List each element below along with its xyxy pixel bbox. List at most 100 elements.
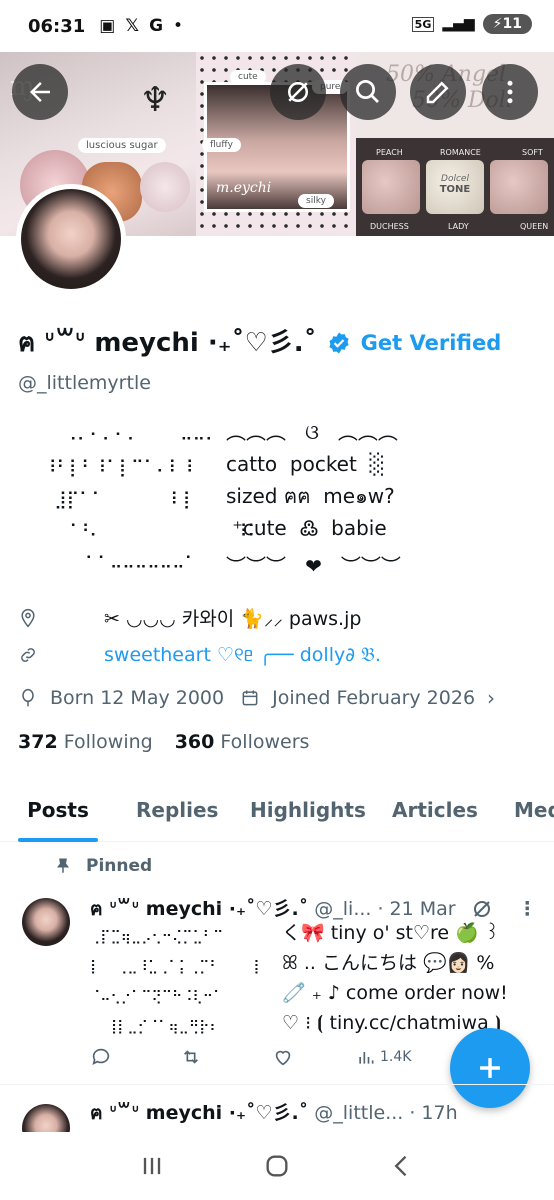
tab-label: Posts	[27, 798, 89, 822]
bio-line: ︵︵︵ ଓ ︵︵︵	[226, 420, 398, 444]
google-icon: G	[149, 16, 164, 36]
display-name: ฅ ᐡ꒳ᐡ meychi ·₊˚♡彡.˚	[18, 328, 317, 358]
verified-badge-icon[interactable]	[327, 331, 351, 355]
tab-replies[interactable]: Replies	[136, 790, 218, 842]
banner-palette: PEACH ROMANCE SOFT Dolcel TONE DUCHESS L…	[356, 138, 554, 236]
bio-line: ︶︶︶ ❤ ︶︶︶	[226, 554, 401, 578]
tab-label: Replies	[136, 798, 219, 822]
back-arrow-icon	[30, 82, 50, 102]
views-bar-chart-icon	[359, 1052, 374, 1064]
palette-brand: Dolcel	[441, 174, 469, 184]
tweet-actions: 1.4K	[90, 1046, 450, 1068]
website-link[interactable]: sweetheart ♡୧ᥱ ╭── dolly∂ 𝔅.	[104, 644, 381, 666]
palette-pan	[362, 160, 420, 214]
battery-icon: ⚡11	[482, 14, 532, 34]
tweet-art-line: ⡇ ⢀⣀⠸⣁⢀⠁⡅⢀⡉⠃ ⡇	[90, 959, 264, 975]
get-verified-link[interactable]: Get Verified	[361, 331, 502, 355]
tweet-avatar[interactable]	[22, 898, 70, 946]
tweet-line: ꕤ .. こんにちは 💬👩🏻 %	[282, 952, 495, 974]
heart-icon	[275, 1050, 291, 1066]
palette-label: LADY	[448, 222, 469, 231]
followers-stat[interactable]: 360 Followers	[175, 731, 310, 753]
like-button[interactable]	[272, 1046, 356, 1068]
following-label: Following	[63, 731, 153, 753]
tab-articles[interactable]: Articles	[392, 790, 478, 842]
calendar-icon	[242, 690, 258, 706]
tab-label: Media	[514, 798, 554, 822]
tab-active-indicator	[18, 838, 98, 842]
tweet-more-icon[interactable]: ⋮	[518, 898, 537, 920]
bio-text: ︵︵︵ ଓ ︵︵︵ catto pocket ░ sized ฅฅ me๑w? ⁺c…	[226, 416, 401, 582]
bio-line: sized ฅฅ me๑w?	[226, 484, 395, 508]
reply-icon	[92, 1048, 110, 1065]
following-stat[interactable]: 372 Following	[18, 731, 153, 753]
palette-pan: Dolcel TONE	[426, 160, 484, 214]
link-icon	[21, 648, 35, 662]
status-notification-icons: ▣ 𝕏 G •	[99, 16, 183, 36]
location-text: ✂ ◡◡◡ 카와이 🐈⸝⸝ paws.jp	[104, 608, 362, 630]
grok-button[interactable]	[270, 64, 326, 120]
screenshot-icon: ▣	[99, 16, 116, 36]
dot-icon: •	[173, 16, 184, 36]
views-button[interactable]: 1.4K	[356, 1046, 411, 1068]
banner-chip: luscious sugar	[78, 138, 166, 153]
tweet-date[interactable]: · 21 Mar	[377, 898, 455, 920]
banner-label-cute: cute	[230, 70, 266, 84]
tweet-author-name[interactable]: ฅ ᐡ꒳ᐡ meychi ·₊˚♡彡.˚	[90, 1098, 308, 1128]
followers-label: Followers	[220, 731, 310, 753]
tab-highlights[interactable]: Highlights	[250, 790, 366, 842]
joined-text: Joined February 2026	[272, 687, 476, 709]
network-icon: 5G	[411, 16, 435, 32]
follow-stats: 372 Following 360 Followers	[18, 731, 309, 753]
tweet-divider	[0, 1084, 554, 1085]
chevron-right-icon[interactable]: ›	[487, 686, 495, 710]
tab-label: Articles	[392, 798, 478, 822]
more-options-button[interactable]	[482, 64, 538, 120]
tweet-art-line: ⢀⡏⣉⢶⣀⡠⢂⠒⢌⡉⣁⠃⠉	[90, 929, 224, 945]
location-row: ✂ ◡◡◡ 카와이 🐈⸝⸝ paws.jp	[18, 604, 361, 631]
search-icon	[356, 80, 379, 103]
profile-avatar[interactable]	[16, 184, 126, 294]
banner-caption: m.eychi	[216, 180, 272, 196]
tweet-date[interactable]: · 17h	[409, 1102, 457, 1124]
avatar-image	[21, 189, 121, 289]
banner-label-silky: silky	[298, 194, 334, 208]
repost-button[interactable]	[180, 1046, 272, 1068]
profile-tabs: Posts Replies Highlights Articles Media	[0, 790, 554, 842]
tweet-text: く🎀 tiny o' st♡re 🍏 ꒱ ꕤ .. こんにちは 💬👩🏻 % 🧷 ₊ …	[282, 918, 508, 1038]
plus-icon	[480, 1058, 500, 1078]
compose-post-button[interactable]	[450, 1028, 530, 1108]
location-pin-icon	[21, 608, 35, 627]
search-button[interactable]	[340, 64, 396, 120]
profile-handle: @_littlemyrtle	[18, 372, 151, 394]
status-bar: 06:31 ▣ 𝕏 G • 5G ▂▄▆ ⚡11	[0, 0, 554, 52]
tweet-braille-art: ⢀⡏⣉⢶⣀⡠⢂⠒⢌⡉⣁⠃⠉ ⡇ ⢀⣀⠸⣁⢀⠁⡅⢀⡉⠃ ⡇ ⠈⠤⢂⡐⠁⠉⢝⠉⠓⠨⢇⠒⠁…	[90, 922, 264, 1042]
more-vertical-icon	[507, 80, 513, 104]
repost-icon	[183, 1050, 199, 1064]
palette-label: DUCHESS	[370, 222, 409, 231]
dates-row: Born 12 May 2000 Joined February 2026 ›	[18, 686, 495, 710]
tab-media[interactable]: Media	[514, 790, 554, 842]
palette-label: ROMANCE	[440, 148, 481, 157]
back-icon[interactable]	[388, 1152, 416, 1180]
banner-label-fluffy: fluffy	[202, 138, 241, 152]
tab-posts[interactable]: Posts	[18, 790, 98, 842]
following-count: 372	[18, 731, 58, 753]
pinned-indicator: Pinned	[54, 856, 152, 876]
tweet-art-line: ⠈⠤⢂⡐⠁⠉⢝⠉⠓⠨⢇⠒⠁	[90, 989, 224, 1005]
edit-button[interactable]	[410, 64, 466, 120]
x-logo-icon: 𝕏	[125, 16, 140, 36]
website-row[interactable]: sweetheart ♡୧ᥱ ╭── dolly∂ 𝔅.	[18, 644, 381, 666]
home-icon[interactable]	[263, 1152, 291, 1180]
tweet-line: く🎀 tiny o' st♡re 🍏 ꒱	[282, 922, 500, 944]
back-button[interactable]	[12, 64, 68, 120]
tweet-author-name[interactable]: ฅ ᐡ꒳ᐡ meychi ·₊˚♡彡.˚	[90, 894, 308, 924]
bio-line: catto pocket ░	[226, 452, 385, 476]
system-navigation-bar	[0, 1132, 554, 1200]
recent-apps-icon[interactable]	[138, 1152, 166, 1180]
reply-button[interactable]	[90, 1046, 180, 1068]
pin-icon	[57, 858, 69, 873]
tab-label: Highlights	[250, 798, 366, 822]
palette-label: QUEEN	[520, 222, 549, 231]
tweet-author-handle: @_li...	[314, 898, 372, 920]
